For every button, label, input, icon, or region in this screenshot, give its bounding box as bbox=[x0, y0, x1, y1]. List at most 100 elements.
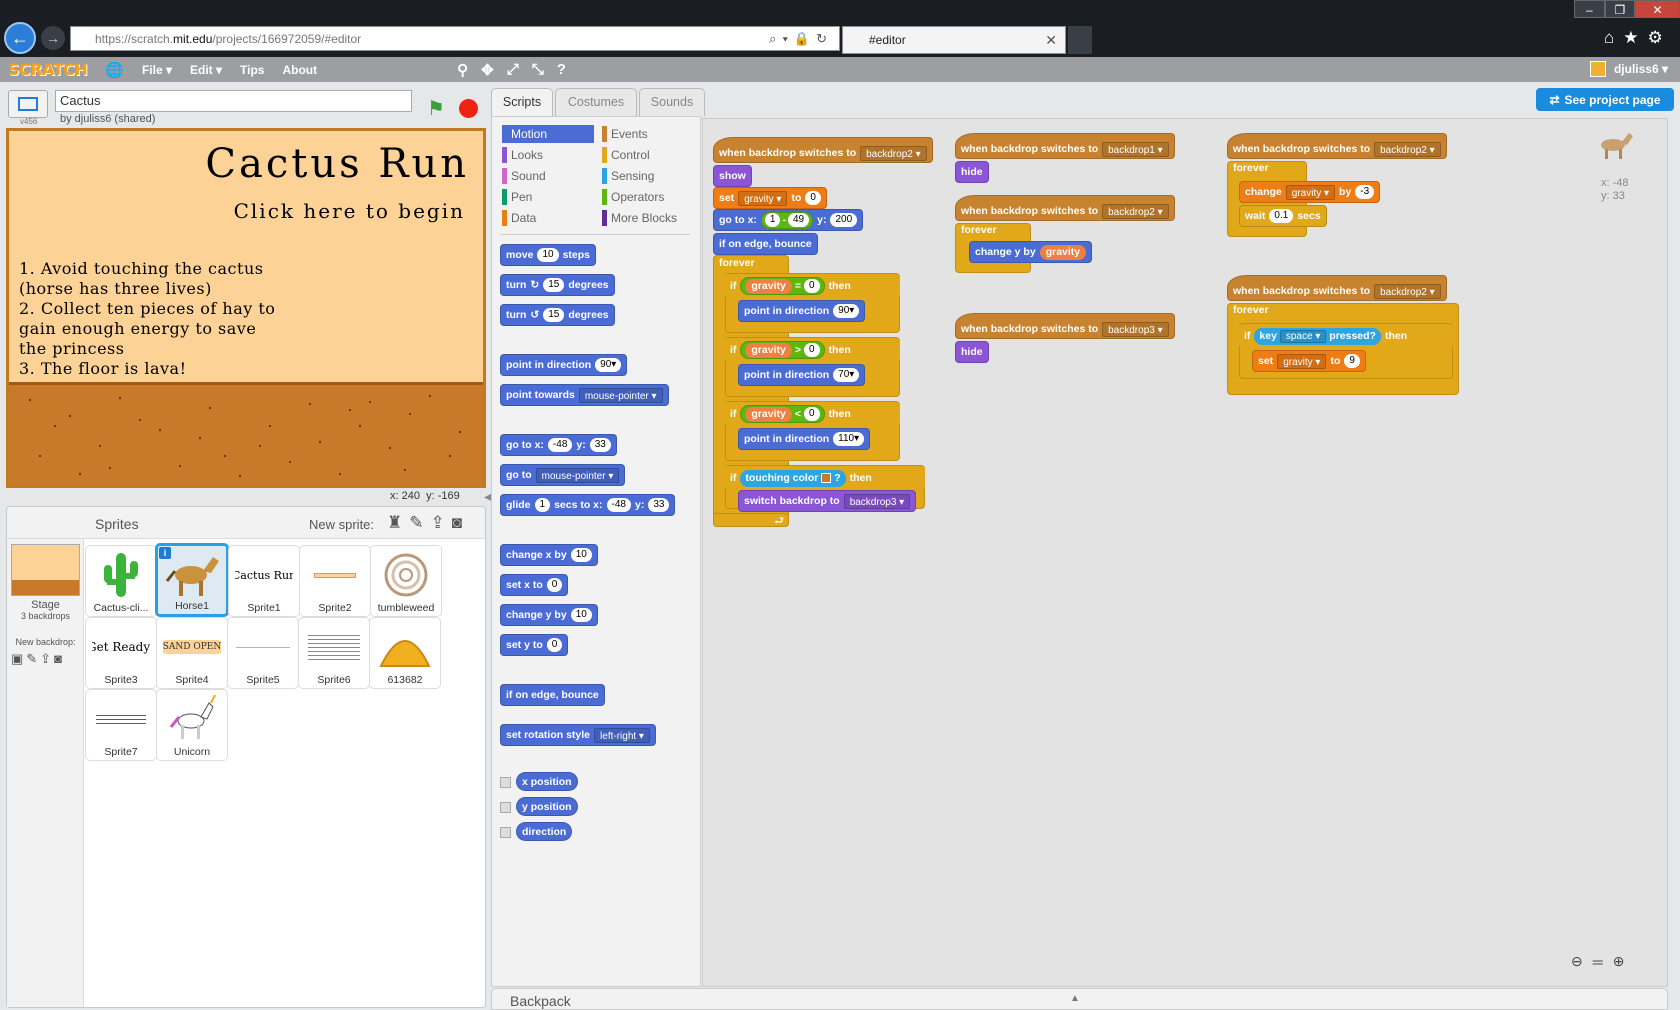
block-change-gravity[interactable]: change gravity ▾ by -3 bbox=[1239, 181, 1381, 203]
tab-close-icon[interactable]: ✕ bbox=[1045, 32, 1057, 49]
sprite-tile-sprite4[interactable]: SAND OPEN Sprite4 bbox=[156, 617, 228, 689]
reporter-y-position[interactable]: y position bbox=[516, 797, 578, 816]
block-change-x[interactable]: change x by 10 bbox=[500, 544, 598, 566]
globe-icon[interactable]: 🌐 bbox=[105, 61, 124, 79]
tab-scripts[interactable]: Scripts bbox=[491, 88, 553, 118]
block-if-touching-color[interactable]: if touching color ? then switch backdrop… bbox=[725, 465, 925, 512]
sprite-tile-cactus[interactable]: Cactus-cli... bbox=[85, 545, 157, 617]
sprite-tile-unicorn[interactable]: Unicorn bbox=[156, 689, 228, 761]
category-control[interactable]: Control bbox=[602, 146, 694, 164]
cut-icon[interactable]: ✥ bbox=[481, 61, 494, 79]
checkbox-direction[interactable] bbox=[500, 827, 511, 838]
block-set-rotation-style[interactable]: set rotation style left-right ▾ bbox=[500, 724, 656, 746]
block-change-y[interactable]: change y by 10 bbox=[500, 604, 598, 626]
hat-when-backdrop-switches-2c[interactable]: when backdrop switches to backdrop2 ▾ bbox=[1227, 275, 1447, 301]
stage[interactable]: Cactus Run Click here to begin 1. Avoid … bbox=[6, 128, 486, 488]
checkbox-y-position[interactable] bbox=[500, 802, 511, 813]
maximize-button[interactable]: ❐ bbox=[1604, 0, 1636, 18]
search-lock-refresh-icons[interactable]: ⌕▾🔒↻ bbox=[769, 31, 833, 47]
category-more-blocks[interactable]: More Blocks bbox=[602, 209, 694, 227]
zoom-out-icon[interactable]: ⊖ bbox=[1571, 953, 1583, 973]
new-tab-button[interactable] bbox=[1068, 26, 1092, 54]
upload-sprite-icon[interactable]: ⇪ bbox=[431, 513, 452, 532]
expand-up-icon[interactable]: ▲ bbox=[1070, 993, 1080, 1004]
hat-when-backdrop-switches-2[interactable]: when backdrop switches to backdrop2 ▾ bbox=[955, 195, 1175, 221]
block-if-on-edge-bounce[interactable]: if on edge, bounce bbox=[713, 233, 818, 255]
block-set-x[interactable]: set x to 0 bbox=[500, 574, 569, 596]
hat-when-backdrop-switches-2b[interactable]: when backdrop switches to backdrop2 ▾ bbox=[1227, 133, 1447, 159]
category-data[interactable]: Data bbox=[502, 209, 594, 227]
category-events[interactable]: Events bbox=[602, 125, 694, 143]
user-menu[interactable]: djuliss6 ▾ bbox=[1589, 61, 1668, 77]
block-if-on-edge-bounce[interactable]: if on edge, bounce bbox=[500, 684, 605, 706]
block-wait[interactable]: wait 0.1 secs bbox=[1239, 205, 1327, 227]
block-turn-left[interactable]: turn ↺ 15 degrees bbox=[500, 304, 615, 326]
scripts-area[interactable]: when backdrop switches to backdrop2 ▾ sho… bbox=[702, 118, 1668, 987]
tab-sounds[interactable]: Sounds bbox=[639, 88, 705, 116]
block-turn-right[interactable]: turn ↻ 15 degrees bbox=[500, 274, 615, 296]
block-go-to-xy[interactable]: go to x: 1-49 y: 200 bbox=[713, 209, 864, 231]
back-button[interactable]: ← bbox=[4, 22, 36, 54]
shrink-icon[interactable]: ⤡ bbox=[532, 61, 544, 78]
block-go-to[interactable]: go to mouse-pointer ▾ bbox=[500, 464, 626, 486]
category-pen[interactable]: Pen bbox=[502, 188, 594, 206]
menu-file[interactable]: File ▾ bbox=[142, 63, 172, 77]
menu-tips[interactable]: Tips bbox=[240, 63, 264, 77]
sprite-tile-horse1[interactable]: i Horse1 bbox=[155, 543, 229, 617]
block-go-to-xy[interactable]: go to x: -48 y: 33 bbox=[500, 434, 617, 456]
block-move-steps[interactable]: move 10 steps bbox=[500, 244, 596, 266]
sprite-tile-tumbleweed[interactable]: tumbleweed bbox=[370, 545, 442, 617]
color-swatch[interactable] bbox=[821, 472, 832, 483]
block-glide[interactable]: glide 1 secs to x: -48 y: 33 bbox=[500, 494, 676, 516]
block-show[interactable]: show bbox=[713, 165, 752, 187]
sprite-tile-sprite6[interactable]: Sprite6 bbox=[298, 617, 370, 689]
hat-when-backdrop-switches[interactable]: when backdrop switches to backdrop2 ▾ bbox=[713, 137, 933, 163]
condition-greater[interactable]: gravity >0 bbox=[740, 341, 825, 359]
menu-edit[interactable]: Edit ▾ bbox=[190, 63, 222, 77]
block-set-gravity-9[interactable]: set gravity ▾ to 9 bbox=[1252, 350, 1366, 372]
duplicate-stamp-icon[interactable]: ⚲ bbox=[457, 61, 468, 79]
block-hide[interactable]: hide bbox=[955, 341, 989, 363]
block-if-gravity-gt-0[interactable]: if gravity >0 then point in direction 70▾ bbox=[725, 337, 900, 397]
category-operators[interactable]: Operators bbox=[602, 188, 694, 206]
presentation-mode-button[interactable] bbox=[8, 90, 48, 118]
scratch-logo[interactable]: SCRATCH bbox=[8, 60, 88, 79]
condition-key-pressed[interactable]: key space ▾ pressed? bbox=[1254, 327, 1381, 345]
stage-thumbnail[interactable] bbox=[11, 544, 80, 596]
block-if-key-pressed[interactable]: if key space ▾ pressed? then set gravity … bbox=[1239, 323, 1453, 379]
address-bar[interactable]: https://scratch. mit.edu/projects/1669720… bbox=[70, 26, 840, 51]
zoom-reset-icon[interactable]: ＝ bbox=[1591, 953, 1605, 973]
block-point-towards[interactable]: point towards mouse-pointer ▾ bbox=[500, 384, 669, 406]
sprite-tile-sprite1[interactable]: Cactus Run Sprite1 bbox=[228, 545, 300, 617]
close-window-button[interactable]: ✕ bbox=[1635, 0, 1680, 18]
forward-button[interactable]: → bbox=[41, 26, 65, 50]
block-point-in-direction-110[interactable]: point in direction 110▾ bbox=[738, 428, 871, 450]
category-motion[interactable]: Motion bbox=[502, 125, 594, 143]
category-looks[interactable]: Looks bbox=[502, 146, 594, 164]
block-if-gravity-lt-0[interactable]: if gravity <0 then point in direction 110▾ bbox=[725, 401, 900, 461]
condition-touching-color[interactable]: touching color ? bbox=[740, 469, 846, 487]
category-sound[interactable]: Sound bbox=[502, 167, 594, 185]
grow-icon[interactable]: ⤢ bbox=[507, 61, 519, 78]
sprite-tile-sprite2[interactable]: Sprite2 bbox=[299, 545, 371, 617]
checkbox-x-position[interactable] bbox=[500, 777, 511, 788]
browser-tab[interactable]: #editor ✕ bbox=[842, 26, 1066, 54]
stop-icon[interactable] bbox=[459, 99, 478, 118]
reporter-direction[interactable]: direction bbox=[516, 822, 573, 841]
green-flag-icon[interactable]: ⚑ bbox=[427, 96, 445, 121]
tab-costumes[interactable]: Costumes bbox=[555, 88, 637, 116]
backpack-bar[interactable]: Backpack ▲ bbox=[491, 988, 1668, 1010]
paint-sprite-icon[interactable]: ✎ bbox=[409, 513, 430, 532]
menu-about[interactable]: About bbox=[282, 63, 317, 77]
minimize-button[interactable]: – bbox=[1574, 0, 1605, 18]
block-point-in-direction-70[interactable]: point in direction 70▾ bbox=[738, 364, 866, 386]
block-if-gravity-eq-0[interactable]: if gravity = 0 then point in direction 90▾ bbox=[725, 273, 900, 333]
sprite-tile-sprite7[interactable]: Sprite7 bbox=[85, 689, 157, 761]
sprite-tile-hay[interactable]: 613682 bbox=[369, 617, 441, 689]
project-title-input[interactable]: Cactus bbox=[55, 90, 412, 112]
camera-icon[interactable]: ◙ bbox=[452, 513, 469, 532]
condition-less[interactable]: gravity <0 bbox=[740, 405, 825, 423]
see-project-page-button[interactable]: ⇄ See project page bbox=[1536, 88, 1674, 111]
block-point-in-direction[interactable]: point in direction 90▾ bbox=[500, 354, 628, 376]
new-backdrop-tools[interactable]: ▣✎⇪◙ bbox=[11, 651, 65, 667]
